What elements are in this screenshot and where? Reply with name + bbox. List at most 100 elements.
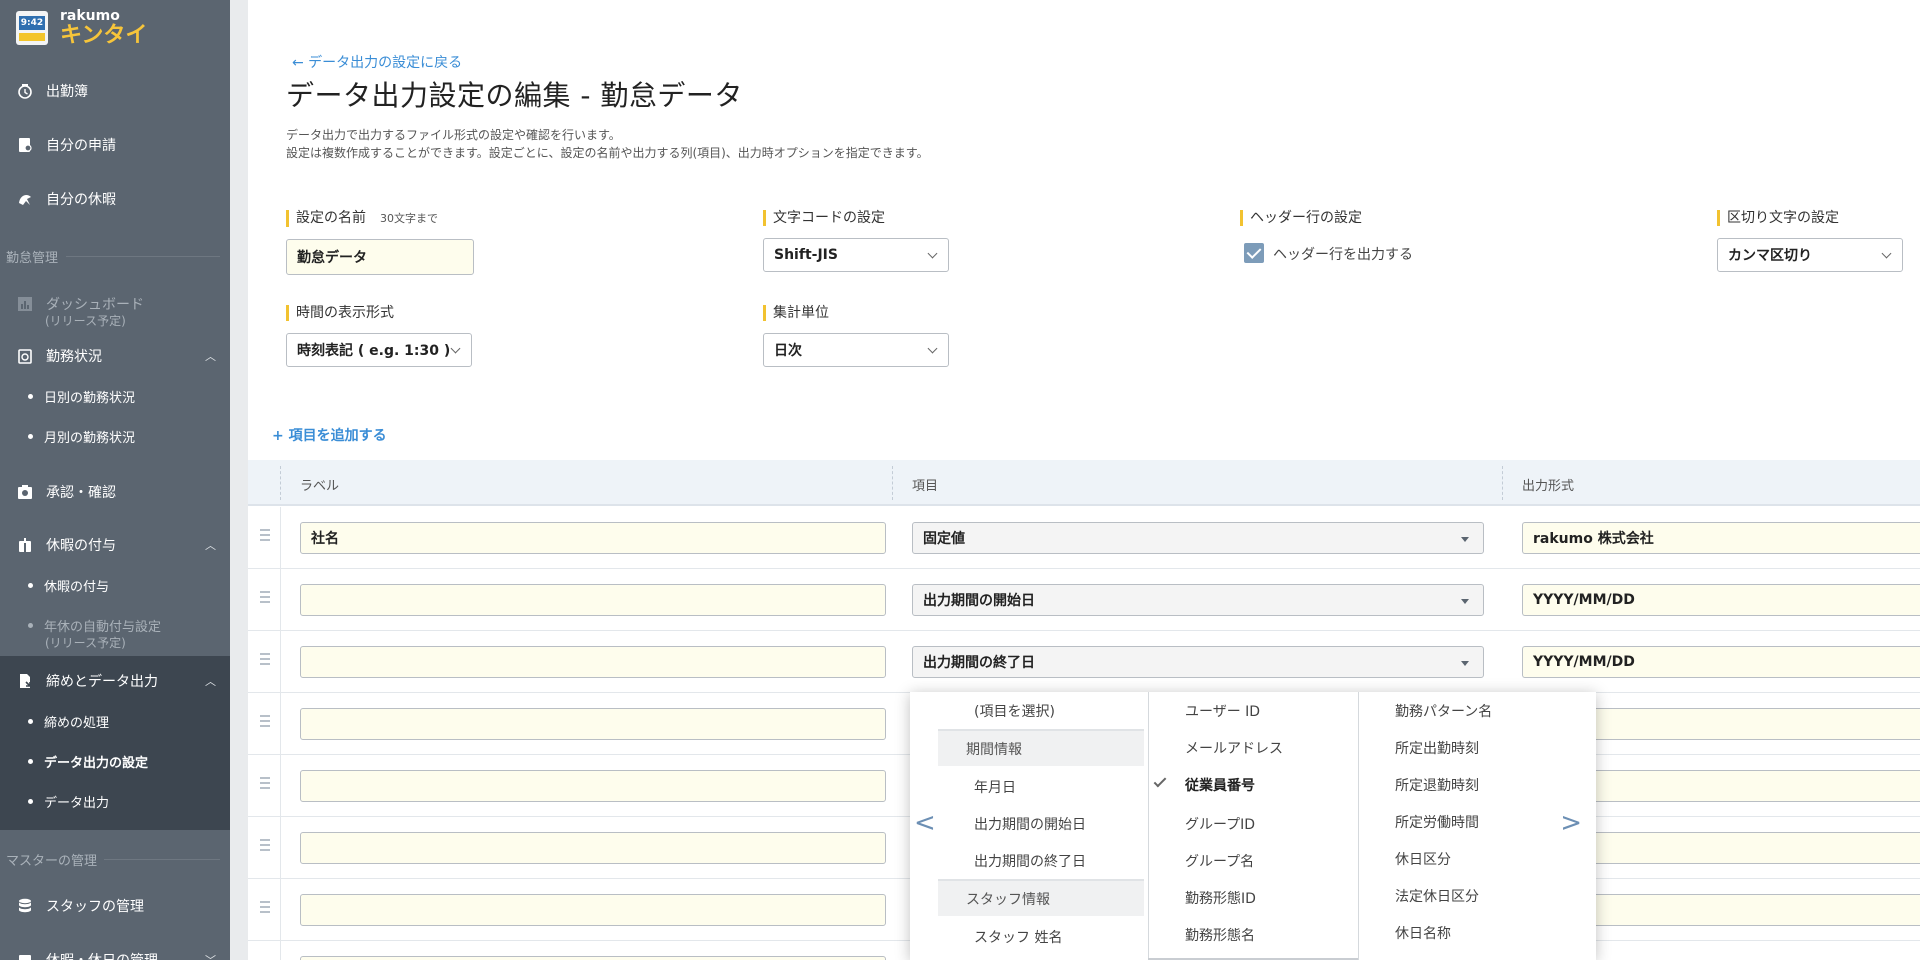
leave-icon: [16, 190, 34, 208]
dropdown-column-3: 勤務パターン名 所定出勤時刻 所定退勤時刻 所定労働時間 休日区分 法定休日区分…: [1358, 692, 1564, 960]
sidebar-sub-export[interactable]: データ出力: [0, 791, 230, 811]
drag-handle-icon[interactable]: [260, 901, 272, 917]
row-format-input[interactable]: YYYY/MM/DD: [1522, 584, 1920, 616]
export-icon: [16, 672, 34, 690]
triangle-down-icon: [1461, 599, 1469, 604]
chevron-left-icon[interactable]: <: [914, 810, 936, 836]
database-icon: [16, 897, 34, 915]
charset-select[interactable]: Shift-JIS: [763, 238, 949, 272]
row-label-input[interactable]: [300, 646, 886, 678]
column-label: ラベル: [300, 479, 340, 494]
page-title: データ出力設定の編集 - 勤怠データ: [286, 79, 743, 112]
chevron-down-icon: [927, 248, 938, 259]
drag-handle-icon[interactable]: [260, 653, 272, 669]
row-item-select[interactable]: 固定値: [912, 522, 1484, 554]
sidebar-item-work-status[interactable]: 勤務状況 ︿: [0, 344, 230, 368]
chevron-down-icon[interactable]: ﹀: [205, 952, 216, 960]
dropdown-option[interactable]: 休日名称: [1359, 914, 1564, 951]
row-label-input[interactable]: [300, 584, 886, 616]
sidebar-item-my-requests[interactable]: 自分の申請: [0, 126, 230, 164]
sidebar-sub-daily-status[interactable]: 日別の勤務状況: [0, 386, 230, 406]
dropdown-option[interactable]: メールアドレス: [1149, 729, 1354, 766]
row-label-input[interactable]: [300, 894, 886, 926]
divider: [104, 859, 220, 860]
chevron-down-icon: [1881, 248, 1892, 259]
add-item-button[interactable]: + 項目を追加する: [272, 425, 387, 445]
dropdown-group: スタッフ情報: [938, 879, 1144, 916]
dashboard-note: (リリース予定): [45, 314, 126, 328]
dropdown-option-selected[interactable]: 従業員番号: [1149, 766, 1354, 803]
header-checkbox-label[interactable]: ヘッダー行を出力する: [1273, 244, 1413, 264]
drag-handle-icon[interactable]: [260, 715, 272, 731]
row-label-input[interactable]: 社名: [300, 522, 886, 554]
table-row: 出力期間の開始日 YYYY/MM/DD: [248, 569, 1920, 631]
sidebar-item-closing-export[interactable]: 締めとデータ出力 ︿: [0, 668, 230, 694]
chevron-down-icon: [450, 343, 461, 354]
dropdown-option[interactable]: (項目を選択): [938, 692, 1144, 729]
timecard-icon: [16, 347, 34, 365]
section-kintai: 勤怠管理: [6, 251, 59, 266]
back-link[interactable]: ← データ出力の設定に戻る: [292, 52, 462, 72]
row-format-input[interactable]: YYYY/MM/DD: [1522, 646, 1920, 678]
name-input[interactable]: 勤怠データ: [286, 239, 474, 275]
section-master: マスターの管理: [6, 854, 98, 869]
sidebar-sub-export-settings[interactable]: データ出力の設定: [0, 751, 230, 771]
sidebar-item-staff[interactable]: スタッフの管理: [0, 893, 230, 919]
drag-handle-icon[interactable]: [260, 591, 272, 607]
table-row: 出力期間の終了日 YYYY/MM/DD: [248, 631, 1920, 693]
row-label-input[interactable]: [300, 708, 886, 740]
delimiter-select[interactable]: カンマ区切り: [1717, 238, 1903, 272]
sidebar-sub-monthly-status[interactable]: 月別の勤務状況: [0, 426, 230, 446]
header-checkbox[interactable]: [1244, 243, 1264, 263]
chevron-down-icon: [927, 343, 938, 354]
chevron-up-icon[interactable]: ︿: [205, 348, 216, 364]
dropdown-option[interactable]: グループ名: [1149, 842, 1354, 879]
approval-icon: [16, 483, 34, 501]
chevron-up-icon[interactable]: ︿: [205, 537, 216, 553]
dropdown-option[interactable]: 出力期間の開始日: [938, 805, 1144, 842]
sidebar-item-grant-leave[interactable]: 休暇の付与 ︿: [0, 533, 230, 557]
divider: [66, 256, 220, 257]
sidebar-sub-closing[interactable]: 締めの処理: [0, 711, 230, 731]
dropdown-option[interactable]: 休日区分: [1359, 840, 1564, 877]
drag-handle-icon[interactable]: [260, 777, 272, 793]
time-format-select[interactable]: 時刻表記 ( e.g. 1:30 ): [286, 333, 472, 367]
dropdown-option[interactable]: 法定休日区分: [1359, 877, 1564, 914]
chevron-up-icon[interactable]: ︿: [205, 673, 216, 689]
dropdown-option[interactable]: 所定退勤時刻: [1359, 766, 1564, 803]
row-item-select[interactable]: 出力期間の開始日: [912, 584, 1484, 616]
gift-icon: [16, 536, 34, 554]
charset-label: 文字コードの設定: [763, 210, 885, 226]
sidebar-item-holidays[interactable]: 休暇・休日の管理 ﹀: [0, 948, 230, 960]
drag-handle-icon[interactable]: [260, 839, 272, 855]
sidebar-item-my-leave[interactable]: 自分の休暇: [0, 180, 230, 218]
row-format-input[interactable]: rakumo 株式会社: [1522, 522, 1920, 554]
unit-select[interactable]: 日次: [763, 333, 949, 367]
app-logo[interactable]: 9:42 rakumo キンタイ: [16, 8, 147, 48]
dropdown-option[interactable]: 出力期間の終了日: [938, 842, 1144, 879]
dropdown-option[interactable]: ユーザー ID: [1149, 692, 1354, 729]
row-label-input[interactable]: [300, 956, 886, 960]
document-icon: [16, 136, 34, 154]
time-format-label: 時間の表示形式: [286, 305, 394, 321]
delimiter-label: 区切り文字の設定: [1717, 210, 1839, 226]
dropdown-option[interactable]: スタッフ 姓名: [938, 918, 1144, 955]
dropdown-option[interactable]: 所定出勤時刻: [1359, 729, 1564, 766]
row-label-input[interactable]: [300, 770, 886, 802]
dropdown-option[interactable]: グループID: [1149, 805, 1354, 842]
drag-handle-icon[interactable]: [260, 529, 272, 545]
unit-label: 集計単位: [763, 305, 829, 321]
dropdown-option[interactable]: 所定労働時間: [1359, 803, 1564, 840]
dropdown-option[interactable]: 勤務形態名: [1149, 916, 1354, 953]
row-item-select[interactable]: 出力期間の終了日: [912, 646, 1484, 678]
calendar-icon: [16, 951, 34, 960]
sidebar-item-timecard[interactable]: 出勤簿: [0, 72, 230, 110]
dropdown-option[interactable]: 勤務形態ID: [1149, 879, 1354, 916]
row-label-input[interactable]: [300, 832, 886, 864]
sidebar-item-approval[interactable]: 承認・確認: [0, 480, 230, 504]
brand-top: rakumo: [60, 8, 120, 24]
sidebar-sub-grant-leave[interactable]: 休暇の付与: [0, 575, 230, 595]
dropdown-option[interactable]: 年月日: [938, 768, 1144, 805]
table-header: ラベル 項目 出力形式: [248, 460, 1920, 506]
dropdown-option[interactable]: 勤務パターン名: [1359, 692, 1564, 729]
